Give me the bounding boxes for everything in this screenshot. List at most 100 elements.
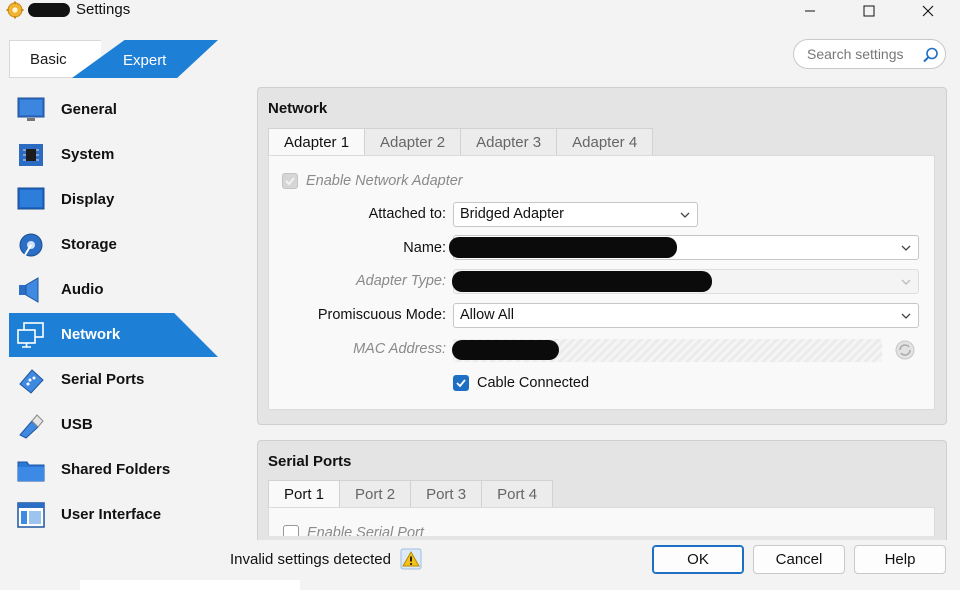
tab-label: Adapter 2 xyxy=(380,134,446,151)
chevron-down-icon xyxy=(901,245,911,251)
folder-icon xyxy=(15,455,47,485)
enable-serial-port-label: Enable Serial Port xyxy=(307,525,424,536)
chevron-down-icon xyxy=(901,313,911,319)
checkbox-box xyxy=(282,173,298,189)
tab-label: Port 3 xyxy=(426,486,467,503)
sidebar-item-label: General xyxy=(61,101,117,118)
maximize-icon xyxy=(863,5,875,17)
display-icon xyxy=(15,185,47,215)
sidebar-item-audio[interactable]: Audio xyxy=(9,268,218,312)
checkmark-icon xyxy=(285,177,295,186)
sidebar-item-serial-ports[interactable]: Serial Ports xyxy=(9,358,218,402)
adapter-type-label: Adapter Type: xyxy=(355,273,446,289)
promiscuous-mode-value: Allow All xyxy=(460,307,514,323)
sidebar-item-display[interactable]: Display xyxy=(9,178,218,222)
minimize-icon xyxy=(805,10,815,12)
close-button[interactable] xyxy=(908,0,948,22)
serial-port-icon xyxy=(15,365,47,395)
monitor-icon xyxy=(15,95,47,125)
serial-ports-group-title: Serial Ports xyxy=(268,453,352,470)
sidebar-item-system[interactable]: System xyxy=(9,133,218,177)
ok-button[interactable]: OK xyxy=(652,545,744,574)
mode-tab-expert-label: Expert xyxy=(123,52,167,69)
adapter-tabs: Adapter 1 Adapter 2 Adapter 3 Adapter 4 xyxy=(268,128,654,156)
attached-to-value: Bridged Adapter xyxy=(460,206,564,222)
tab-adapter-4[interactable]: Adapter 4 xyxy=(556,128,654,156)
redacted-mac-address xyxy=(452,340,559,360)
cable-connected-checkbox[interactable]: Cable Connected xyxy=(453,375,589,391)
checkmark-icon xyxy=(456,379,466,388)
tab-port-4[interactable]: Port 4 xyxy=(481,480,554,508)
cable-connected-label: Cable Connected xyxy=(477,375,590,391)
sidebar-item-label: Shared Folders xyxy=(61,461,171,478)
background-window-edge xyxy=(80,580,300,590)
search-icon[interactable] xyxy=(922,46,940,64)
checkbox-box xyxy=(283,525,299,536)
tab-adapter-2[interactable]: Adapter 2 xyxy=(364,128,462,156)
usb-icon xyxy=(15,410,47,440)
sidebar-item-network[interactable]: Network xyxy=(9,313,218,357)
redacted-vm-name xyxy=(28,3,70,17)
minimize-button[interactable] xyxy=(790,0,830,22)
mode-tab-basic-label: Basic xyxy=(30,50,67,68)
status-message: Invalid settings detected xyxy=(230,551,391,568)
tab-port-1[interactable]: Port 1 xyxy=(268,480,341,508)
sidebar-item-label: Display xyxy=(61,191,115,208)
sidebar-item-label: Network xyxy=(61,326,121,343)
tab-label: Port 1 xyxy=(284,486,325,503)
sidebar-item-general[interactable]: General xyxy=(9,88,218,132)
disk-icon xyxy=(15,230,47,260)
sidebar-item-user-interface[interactable]: User Interface xyxy=(9,493,218,537)
chevron-down-icon xyxy=(680,212,690,218)
checkbox-box xyxy=(453,375,469,391)
sidebar-item-storage[interactable]: Storage xyxy=(9,223,218,267)
sidebar-item-label: Storage xyxy=(61,236,117,253)
close-icon xyxy=(922,5,934,17)
speaker-icon xyxy=(15,275,47,305)
tab-label: Adapter 1 xyxy=(284,134,350,151)
help-button[interactable]: Help xyxy=(854,545,946,574)
window-title: Settings xyxy=(76,1,131,18)
promiscuous-mode-label: Promiscuous Mode: xyxy=(317,307,446,323)
chevron-down-icon xyxy=(901,279,911,285)
refresh-icon xyxy=(895,340,915,360)
network-group-title: Network xyxy=(268,100,328,117)
sidebar-item-label: System xyxy=(61,146,115,163)
tab-adapter-1[interactable]: Adapter 1 xyxy=(268,128,366,156)
enable-network-adapter-checkbox[interactable]: Enable Network Adapter xyxy=(282,173,463,189)
sidebar-item-shared-folders[interactable]: Shared Folders xyxy=(9,448,218,492)
tab-label: Port 2 xyxy=(355,486,396,503)
name-label: Name: xyxy=(403,240,446,256)
tab-port-2[interactable]: Port 2 xyxy=(339,480,412,508)
sidebar-item-label: Serial Ports xyxy=(61,371,145,388)
sidebar-item-label: User Interface xyxy=(61,506,162,523)
cancel-button[interactable]: Cancel xyxy=(753,545,845,574)
window-icon xyxy=(15,500,47,530)
sidebar-item-usb[interactable]: USB xyxy=(9,403,218,447)
warning-icon[interactable] xyxy=(400,548,422,570)
tab-label: Adapter 3 xyxy=(476,134,542,151)
redacted-adapter-type xyxy=(452,271,712,292)
sidebar-item-label: USB xyxy=(61,416,93,433)
chip-icon xyxy=(15,140,47,170)
settings-gear-icon xyxy=(6,1,24,19)
port-panel: Enable Serial Port xyxy=(268,507,935,536)
redacted-adapter-name xyxy=(449,237,677,258)
attached-to-select[interactable]: Bridged Adapter xyxy=(453,202,698,227)
promiscuous-mode-select[interactable]: Allow All xyxy=(453,303,919,328)
sidebar-item-label: Audio xyxy=(61,281,104,298)
search-input[interactable] xyxy=(807,46,917,62)
mac-address-label: MAC Address: xyxy=(353,341,446,357)
attached-to-label: Attached to: xyxy=(368,206,446,222)
tab-label: Port 4 xyxy=(497,486,538,503)
network-icon xyxy=(15,320,47,350)
search-box xyxy=(793,39,946,69)
port-tabs: Port 1 Port 2 Port 3 Port 4 xyxy=(268,480,554,508)
tab-label: Adapter 4 xyxy=(572,134,638,151)
enable-network-adapter-label: Enable Network Adapter xyxy=(306,173,463,189)
enable-serial-port-checkbox[interactable]: Enable Serial Port xyxy=(283,525,424,536)
tab-port-3[interactable]: Port 3 xyxy=(410,480,483,508)
tab-adapter-3[interactable]: Adapter 3 xyxy=(460,128,558,156)
title-bar: Settings xyxy=(0,0,960,22)
maximize-button[interactable] xyxy=(849,0,889,22)
